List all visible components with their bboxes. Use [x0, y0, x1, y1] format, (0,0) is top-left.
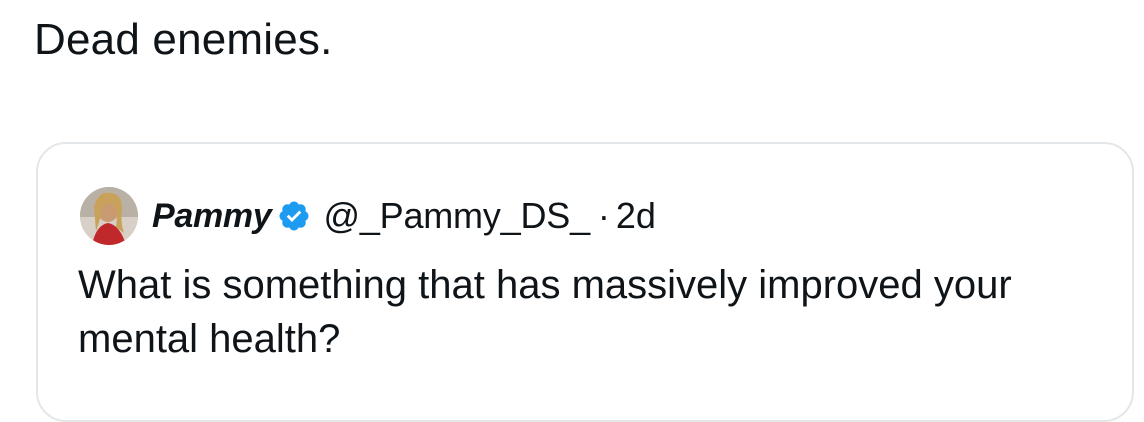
verified-badge-icon	[277, 199, 311, 233]
user-handle[interactable]: @_Pammy_DS_	[323, 195, 590, 237]
display-name[interactable]: Pammy	[152, 197, 272, 236]
quoted-post-text: What is something that has massively imp…	[78, 263, 1012, 361]
quoted-post-card[interactable]: Pammy @_Pammy_DS_ · 2d What is something…	[36, 142, 1134, 422]
post-text: Dead enemies.	[34, 15, 333, 64]
quoted-post-header: Pammy @_Pammy_DS_ · 2d	[80, 184, 656, 248]
post-timestamp[interactable]: 2d	[616, 195, 656, 237]
avatar[interactable]	[80, 187, 138, 245]
separator-dot: ·	[597, 195, 610, 236]
